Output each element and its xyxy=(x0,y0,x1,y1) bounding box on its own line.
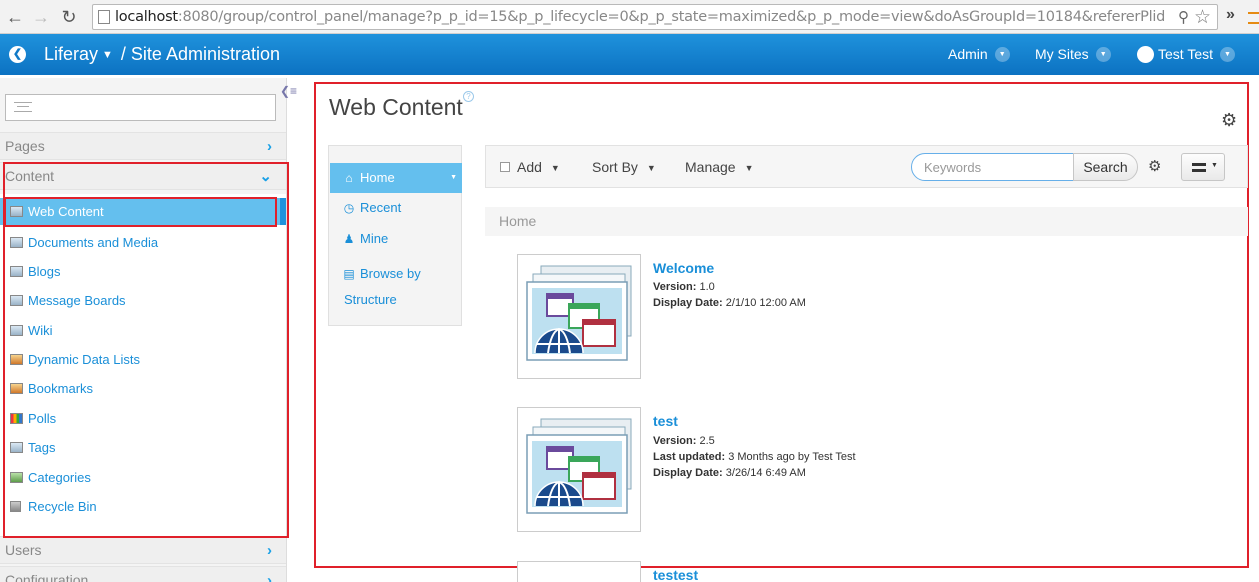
admin-sidebar: Pages› Content⌄ Web Content Documents an… xyxy=(0,78,287,582)
category-users[interactable]: Users› xyxy=(0,536,286,564)
chevron-down-icon: ▼ xyxy=(1096,47,1111,62)
back-to-site-icon[interactable]: ❮ xyxy=(9,46,26,63)
add-menu[interactable]: Add▼ xyxy=(500,159,560,175)
sidebar-item-wiki[interactable]: Wiki xyxy=(0,317,284,344)
sidebar-item-recycle-bin[interactable]: Recycle Bin xyxy=(0,493,284,520)
nav-browse-by-structure[interactable]: ▤Browse byStructure xyxy=(330,261,462,312)
caret-down-icon: ▼ xyxy=(745,163,754,173)
sort-by-menu[interactable]: Sort By▼ xyxy=(592,159,656,175)
browser-toolbar: ← → ↻ localhost:8080/group/control_panel… xyxy=(0,0,1259,34)
zoom-icon[interactable]: ⚲ xyxy=(1178,8,1189,26)
nav-mine[interactable]: ♟Mine xyxy=(330,231,462,246)
reload-icon[interactable]: ↻ xyxy=(58,6,80,28)
structure-icon: ▤ xyxy=(343,262,355,287)
bookmarks-icon xyxy=(10,383,23,394)
documents-icon xyxy=(10,237,23,248)
dynamic-data-lists-icon xyxy=(10,354,23,365)
caret-down-icon: ▼ xyxy=(102,49,113,61)
sidebar-item-documents-and-media[interactable]: Documents and Media xyxy=(0,229,284,256)
entry-title-link[interactable]: Welcome xyxy=(653,260,714,276)
user-menu[interactable]: Test Test▼ xyxy=(1137,46,1235,64)
sidebar-item-tags[interactable]: Tags xyxy=(0,434,284,461)
categories-icon xyxy=(10,472,23,483)
entry-display-date: Display Date: 2/1/10 12:00 AM xyxy=(653,297,806,309)
avatar xyxy=(1137,46,1154,63)
chevron-down-icon: ▼ xyxy=(995,47,1010,62)
home-icon: ⌂ xyxy=(343,163,355,193)
gear-icon[interactable]: ⚙ xyxy=(1221,110,1237,131)
my-sites-menu[interactable]: My Sites▼ xyxy=(1035,46,1111,63)
search-button[interactable]: Search xyxy=(1073,153,1138,181)
polls-icon xyxy=(10,413,23,424)
caret-down-icon: ▼ xyxy=(647,163,656,173)
entry-last-updated: Last updated: 3 Months ago by Test Test xyxy=(653,451,856,463)
url-text: localhost:8080/group/control_panel/manag… xyxy=(115,9,1165,25)
entry-title-link[interactable]: test xyxy=(653,413,678,429)
list-view-icon xyxy=(1192,163,1206,172)
category-pages[interactable]: Pages› xyxy=(0,132,286,160)
blogs-icon xyxy=(10,266,23,277)
content-items-list: Web Content Documents and Media Blogs Me… xyxy=(0,194,286,538)
entry-thumbnail[interactable] xyxy=(517,561,641,582)
chevron-right-icon: › xyxy=(267,133,272,160)
sidebar-item-categories[interactable]: Categories xyxy=(0,464,284,491)
folder-navigation: ⌂Home▼ ◷Recent ♟Mine ▤Browse byStructure xyxy=(328,145,462,326)
sidebar-item-dynamic-data-lists[interactable]: Dynamic Data Lists xyxy=(0,346,284,373)
clock-icon: ◷ xyxy=(343,201,355,215)
entry-thumbnail[interactable] xyxy=(517,254,641,379)
select-all-checkbox[interactable] xyxy=(500,162,510,172)
sidebar-item-polls[interactable]: Polls xyxy=(0,405,284,432)
user-icon: ♟ xyxy=(343,232,355,246)
category-content[interactable]: Content⌄ xyxy=(0,162,286,190)
dockbar: ❮ Liferay▼/ Site Administration Admin▼ M… xyxy=(0,34,1259,75)
page-title: Web Content xyxy=(329,94,463,121)
bookmark-star-icon[interactable]: ☆ xyxy=(1194,6,1211,29)
back-arrow-icon[interactable]: ← xyxy=(4,6,26,28)
admin-menu[interactable]: Admin▼ xyxy=(948,46,1010,63)
web-content-article-icon xyxy=(521,411,637,527)
menu-icon[interactable] xyxy=(1248,12,1259,24)
more-extensions-button[interactable]: » xyxy=(1226,6,1235,24)
caret-down-icon: ▼ xyxy=(450,163,457,193)
manage-menu[interactable]: Manage▼ xyxy=(685,159,754,175)
sidebar-item-bookmarks[interactable]: Bookmarks xyxy=(0,375,284,402)
chevron-right-icon: › xyxy=(267,567,272,582)
display-style-button[interactable]: ▼ xyxy=(1181,153,1225,181)
page-icon xyxy=(98,10,110,24)
keywords-search-input[interactable] xyxy=(911,153,1074,181)
nav-home[interactable]: ⌂Home▼ xyxy=(330,163,462,193)
web-content-icon xyxy=(10,206,23,217)
sidebar-item-blogs[interactable]: Blogs xyxy=(0,258,284,285)
site-title[interactable]: Liferay▼/ Site Administration xyxy=(44,44,280,65)
list-icon xyxy=(14,102,32,112)
collapse-sidebar-icon[interactable]: ❮≡ xyxy=(280,84,297,98)
entry-display-date: Display Date: 3/26/14 6:49 AM xyxy=(653,467,806,479)
gear-icon[interactable]: ⚙ xyxy=(1148,157,1161,175)
nav-recent[interactable]: ◷Recent xyxy=(330,200,462,215)
sidebar-item-web-content[interactable]: Web Content xyxy=(0,198,284,225)
chevron-right-icon: › xyxy=(267,537,272,564)
management-toolbar: Add▼ Sort By▼ Manage▼ Search ⚙ ▼ xyxy=(485,145,1248,188)
chevron-down-icon: ⌄ xyxy=(259,163,272,190)
category-configuration[interactable]: Configuration› xyxy=(0,566,286,582)
caret-down-icon: ▼ xyxy=(551,163,560,173)
entry-thumbnail[interactable] xyxy=(517,407,641,532)
address-bar[interactable]: localhost:8080/group/control_panel/manag… xyxy=(92,4,1218,30)
forward-arrow-icon[interactable]: → xyxy=(30,6,52,28)
active-indicator xyxy=(280,198,286,225)
caret-down-icon: ▼ xyxy=(1211,162,1218,169)
wiki-icon xyxy=(10,325,23,336)
entry-title-link[interactable]: testest xyxy=(653,567,698,582)
entry-version: Version: 1.0 xyxy=(653,281,715,293)
breadcrumb[interactable]: Home xyxy=(485,207,1248,236)
sidebar-item-message-boards[interactable]: Message Boards xyxy=(0,287,284,314)
entry-version: Version: 2.5 xyxy=(653,435,715,447)
sidebar-search-input[interactable] xyxy=(5,94,276,121)
chevron-down-icon: ▼ xyxy=(1220,47,1235,62)
recycle-bin-icon xyxy=(10,501,21,512)
tags-icon xyxy=(10,442,23,453)
help-icon[interactable]: ? xyxy=(463,91,474,102)
message-boards-icon xyxy=(10,295,23,306)
web-content-article-icon xyxy=(521,258,637,374)
